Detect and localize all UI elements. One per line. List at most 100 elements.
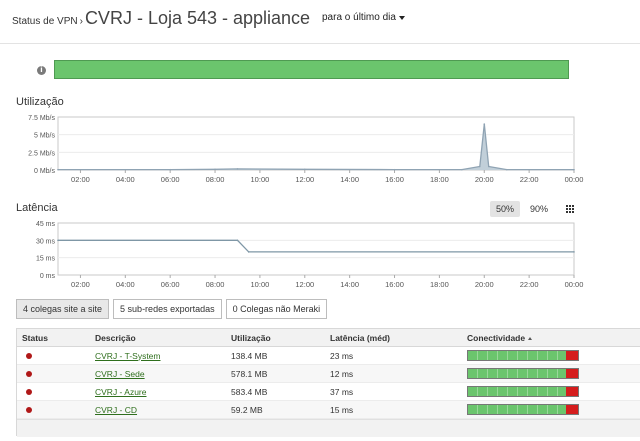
peer-link[interactable]: CVRJ - T-System (95, 351, 161, 361)
connectivity-bar (467, 368, 579, 379)
x-tick-label: 04:00 (116, 175, 135, 184)
tab-non-meraki-peers[interactable]: 0 Colegas não Meraki (225, 299, 328, 319)
utilization-label: Utilização (16, 96, 64, 108)
utilization-value: 583.4 MB (231, 386, 268, 397)
status-dot-icon (26, 352, 32, 359)
x-tick-label: 06:00 (161, 175, 180, 184)
x-tick-label: 02:00 (71, 280, 90, 289)
x-tick-label: 22:00 (520, 175, 539, 184)
data-point (483, 123, 486, 125)
x-tick-label: 20:00 (475, 175, 494, 184)
data-point (169, 168, 171, 171)
data-point (247, 251, 250, 253)
time-range-label: para o último dia (322, 12, 396, 23)
page-header: Status de VPN › CVRJ - Loja 543 - applia… (12, 8, 310, 34)
percentile-toggle: 50% 90% (490, 201, 575, 217)
data-point (573, 251, 575, 253)
utilization-value: 59.2 MB (231, 404, 263, 415)
x-tick-label: 08:00 (206, 175, 225, 184)
data-point (461, 168, 463, 171)
table-row: CVRJ - Sede 578.1 MB 12 ms (17, 365, 640, 383)
x-tick-label: 14:00 (340, 175, 359, 184)
header-status[interactable]: Status (17, 333, 95, 343)
table-row: CVRJ - T-System 138.4 MB 23 ms (17, 347, 640, 365)
header-connectivity[interactable]: Conectividade (467, 333, 639, 343)
y-tick-label: 15 ms (36, 256, 56, 263)
status-dot-icon (26, 406, 32, 413)
data-point (505, 168, 508, 171)
x-tick-label: 00:00 (565, 280, 584, 289)
x-tick-label: 12:00 (295, 175, 314, 184)
data-point (236, 168, 239, 170)
data-point (57, 168, 59, 171)
y-tick-label: 5 Mb/s (34, 133, 56, 140)
header-latency[interactable]: Latência (méd) (330, 333, 467, 343)
connectivity-bar (467, 386, 579, 397)
connectivity-bar (467, 350, 579, 361)
data-point (487, 165, 490, 168)
x-tick-label: 18:00 (430, 280, 449, 289)
utilization-value: 578.1 MB (231, 368, 268, 379)
connectivity-bar (467, 404, 579, 415)
breadcrumb-separator: › (79, 16, 83, 27)
percentile-90-button[interactable]: 90% (524, 201, 554, 217)
percentile-50-button[interactable]: 50% (490, 201, 521, 217)
peer-tabs: 4 colegas site a site 5 sub-redes export… (16, 299, 328, 319)
data-point (57, 239, 59, 242)
header-description[interactable]: Descrição (95, 333, 231, 343)
y-tick-label: 0 ms (40, 273, 56, 280)
y-tick-label: 2.5 Mb/s (28, 150, 55, 157)
header-connectivity-label: Conectividade (467, 332, 526, 343)
x-tick-label: 16:00 (385, 280, 404, 289)
info-icon[interactable]: i (37, 66, 46, 75)
tab-site-to-site-peers[interactable]: 4 colegas site a site (16, 299, 110, 319)
data-point (303, 168, 306, 171)
x-tick-label: 10:00 (251, 175, 270, 184)
x-tick-label: 06:00 (161, 280, 180, 289)
x-tick-label: 18:00 (430, 175, 449, 184)
x-tick-label: 16:00 (385, 175, 404, 184)
x-tick-label: 00:00 (565, 175, 584, 184)
data-point (573, 168, 575, 171)
latency-value: 15 ms (330, 404, 354, 415)
data-point (214, 168, 216, 171)
x-tick-label: 04:00 (116, 280, 135, 289)
y-tick-label: 30 ms (36, 238, 56, 245)
plot-area (57, 116, 575, 171)
x-tick-label: 20:00 (475, 280, 494, 289)
plot-area (57, 222, 575, 276)
table-footer (17, 419, 640, 437)
header-utilization[interactable]: Utilização (231, 333, 330, 343)
sort-ascending-icon (528, 336, 533, 340)
peer-link[interactable]: CVRJ - Azure (95, 387, 147, 397)
x-tick-label: 12:00 (295, 280, 314, 289)
time-range-dropdown[interactable]: para o último dia (322, 12, 405, 23)
peer-link[interactable]: CVRJ - CD (95, 405, 137, 415)
x-tick-label: 14:00 (340, 280, 359, 289)
header-divider (0, 43, 640, 44)
breadcrumb[interactable]: Status de VPN (12, 16, 78, 27)
status-bar (54, 60, 569, 79)
peers-table: Status Descrição Utilização Latência (mé… (16, 328, 640, 437)
x-tick-label: 10:00 (251, 280, 270, 289)
data-point (236, 239, 239, 242)
utilization-chart: 7.5 Mb/s 5 Mb/s 2.5 Mb/s 0 Mb/s 02:00 04:00 06… (28, 115, 584, 184)
x-tick-label: 08:00 (206, 280, 225, 289)
latency-label: Latência (16, 202, 58, 214)
peer-link[interactable]: CVRJ - Sede (95, 369, 145, 379)
caret-down-icon (398, 15, 405, 20)
data-point (393, 168, 396, 171)
table-header: Status Descrição Utilização Latência (mé… (17, 329, 640, 347)
grid-icon[interactable] (566, 205, 575, 213)
status-row: i (0, 52, 640, 86)
latency-chart: 45 ms 30 ms 15 ms 0 ms 02:00 04:00 06:00 08:00 1… (36, 221, 584, 289)
x-tick-label: 02:00 (71, 175, 90, 184)
y-tick-label: 7.5 Mb/s (28, 115, 55, 122)
tab-exported-subnets[interactable]: 5 sub-redes exportadas (113, 299, 222, 319)
table-row: CVRJ - Azure 583.4 MB 37 ms (17, 383, 640, 401)
latency-value: 12 ms (330, 368, 354, 379)
page-title: CVRJ - Loja 543 - appliance (84, 8, 311, 28)
data-point (478, 165, 481, 168)
y-tick-label: 45 ms (36, 221, 56, 228)
latency-value: 23 ms (330, 350, 354, 361)
